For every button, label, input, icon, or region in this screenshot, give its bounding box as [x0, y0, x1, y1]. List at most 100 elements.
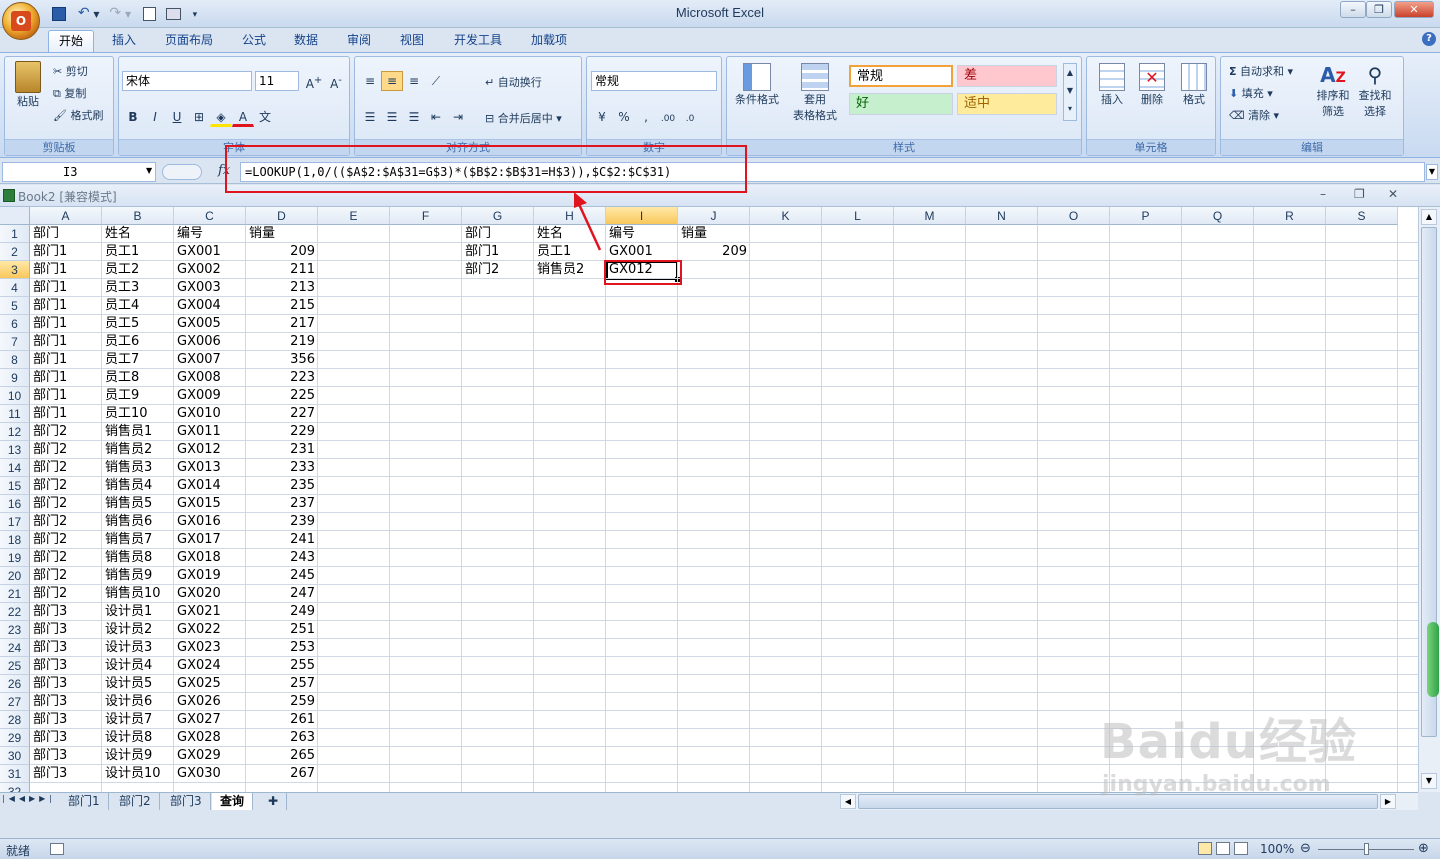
row-header-1[interactable]: 1 — [0, 225, 30, 243]
column-header-l[interactable]: L — [822, 207, 894, 225]
data-cell[interactable]: 267 — [246, 765, 318, 783]
data-cell[interactable]: 销售员8 — [102, 549, 174, 567]
data-cell[interactable]: GX008 — [174, 369, 246, 387]
sheet-tab-query[interactable]: 查询 — [212, 793, 254, 810]
customize-qat-icon[interactable]: ▾ — [193, 10, 198, 20]
row-header-21[interactable]: 21 — [0, 585, 30, 603]
data-cell[interactable]: GX013 — [174, 459, 246, 477]
data-cell[interactable]: 销售员9 — [102, 567, 174, 585]
column-header-j[interactable]: J — [678, 207, 750, 225]
data-cell[interactable]: 243 — [246, 549, 318, 567]
style-good[interactable]: 好 — [849, 93, 953, 115]
row-header-31[interactable]: 31 — [0, 765, 30, 783]
align-center-icon[interactable]: ☰ — [381, 107, 403, 127]
data-cell[interactable]: 员工7 — [102, 351, 174, 369]
data-cell[interactable]: 部门2 — [30, 423, 102, 441]
row-header-2[interactable]: 2 — [0, 243, 30, 261]
data-cell[interactable]: 部门1 — [30, 261, 102, 279]
data-cell[interactable]: GX018 — [174, 549, 246, 567]
grow-font-icon[interactable]: A+ — [303, 71, 325, 91]
header-cell[interactable]: 姓名 — [102, 225, 174, 243]
align-right-icon[interactable]: ☰ — [403, 107, 425, 127]
help-icon[interactable]: ? — [1422, 32, 1436, 46]
data-cell[interactable]: GX007 — [174, 351, 246, 369]
data-cell[interactable]: GX016 — [174, 513, 246, 531]
data-cell[interactable]: 设计员6 — [102, 693, 174, 711]
data-cell[interactable]: 251 — [246, 621, 318, 639]
select-all-corner[interactable] — [0, 207, 30, 225]
column-header-g[interactable]: G — [462, 207, 534, 225]
data-cell[interactable]: 员工2 — [102, 261, 174, 279]
office-button[interactable]: O — [2, 2, 40, 40]
data-cell[interactable]: 257 — [246, 675, 318, 693]
data-cell[interactable]: GX029 — [174, 747, 246, 765]
column-header-f[interactable]: F — [390, 207, 462, 225]
data-cell[interactable]: GX025 — [174, 675, 246, 693]
data-cell[interactable]: 255 — [246, 657, 318, 675]
data-cell[interactable]: GX001 — [174, 243, 246, 261]
data-cell[interactable]: GX027 — [174, 711, 246, 729]
paste-button[interactable]: 粘贴 — [11, 61, 45, 109]
data-cell[interactable]: 237 — [246, 495, 318, 513]
insert-cells-button[interactable]: 插入 — [1093, 63, 1131, 107]
data-cell[interactable]: 247 — [246, 585, 318, 603]
dropdown-icon[interactable]: ▼ — [125, 10, 131, 19]
data-cell[interactable]: GX005 — [174, 315, 246, 333]
align-top-icon[interactable]: ≡ — [359, 71, 381, 91]
percent-icon[interactable]: % — [613, 107, 635, 127]
row-header-18[interactable]: 18 — [0, 531, 30, 549]
wrap-text-button[interactable]: ↵ 自动换行 — [485, 74, 542, 90]
normal-view-icon[interactable] — [1198, 842, 1212, 855]
row-header-30[interactable]: 30 — [0, 747, 30, 765]
data-cell[interactable]: 233 — [246, 459, 318, 477]
row-header-25[interactable]: 25 — [0, 657, 30, 675]
camera-icon[interactable] — [165, 7, 181, 20]
data-cell[interactable]: 员工6 — [102, 333, 174, 351]
side-panel-handle[interactable] — [1427, 622, 1439, 697]
header-cell[interactable]: 部门 — [30, 225, 102, 243]
data-cell[interactable]: GX019 — [174, 567, 246, 585]
tab-page-layout[interactable]: 页面布局 — [155, 30, 223, 52]
font-color-icon[interactable]: A — [232, 107, 254, 127]
data-cell[interactable]: 设计员4 — [102, 657, 174, 675]
row-header-26[interactable]: 26 — [0, 675, 30, 693]
new-sheet-icon[interactable]: ✚ — [260, 793, 288, 810]
tab-developer[interactable]: 开发工具 — [444, 30, 512, 52]
data-cell[interactable]: 设计员5 — [102, 675, 174, 693]
column-header-q[interactable]: Q — [1182, 207, 1254, 225]
data-cell[interactable]: 部门2 — [30, 477, 102, 495]
data-cell[interactable]: 设计员9 — [102, 747, 174, 765]
data-cell[interactable]: 223 — [246, 369, 318, 387]
row-header-17[interactable]: 17 — [0, 513, 30, 531]
row-header-24[interactable]: 24 — [0, 639, 30, 657]
data-cell[interactable]: 217 — [246, 315, 318, 333]
data-cell[interactable]: 设计员3 — [102, 639, 174, 657]
data-cell[interactable]: GX014 — [174, 477, 246, 495]
data-cell[interactable]: GX011 — [174, 423, 246, 441]
data-cell[interactable]: GX015 — [174, 495, 246, 513]
data-cell[interactable]: 263 — [246, 729, 318, 747]
row-header-13[interactable]: 13 — [0, 441, 30, 459]
lookup-cell[interactable]: 部门2 — [462, 261, 534, 279]
delete-cells-button[interactable]: ✕ 删除 — [1133, 63, 1171, 107]
data-cell[interactable]: GX002 — [174, 261, 246, 279]
row-header-12[interactable]: 12 — [0, 423, 30, 441]
data-cell[interactable]: 211 — [246, 261, 318, 279]
style-neutral[interactable]: 适中 — [957, 93, 1057, 115]
data-cell[interactable]: 部门3 — [30, 657, 102, 675]
data-cell[interactable]: 员工1 — [102, 243, 174, 261]
scroll-left-icon[interactable]: ◀ — [840, 794, 856, 809]
data-cell[interactable]: 设计员8 — [102, 729, 174, 747]
decrease-decimal-icon[interactable]: .0 — [679, 109, 701, 129]
data-cell[interactable]: 部门3 — [30, 711, 102, 729]
row-header-23[interactable]: 23 — [0, 621, 30, 639]
redo-icon[interactable]: ↷ — [109, 5, 121, 21]
increase-indent-icon[interactable]: ⇥ — [447, 107, 469, 127]
data-cell[interactable]: GX009 — [174, 387, 246, 405]
column-header-a[interactable]: A — [30, 207, 102, 225]
column-header-b[interactable]: B — [102, 207, 174, 225]
data-cell[interactable]: 部门3 — [30, 729, 102, 747]
data-cell[interactable]: 设计员10 — [102, 765, 174, 783]
column-header-o[interactable]: O — [1038, 207, 1110, 225]
data-cell[interactable]: 销售员10 — [102, 585, 174, 603]
